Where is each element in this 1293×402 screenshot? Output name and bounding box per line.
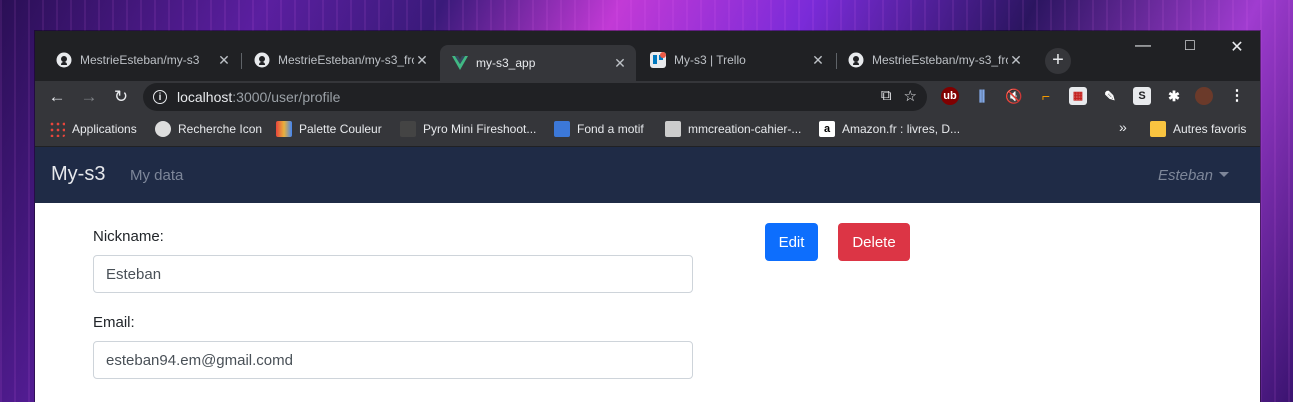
tab-github-1[interactable]: MestrieEsteban/my-s3 ✕ xyxy=(44,45,240,75)
profile-avatar-icon[interactable] xyxy=(1195,87,1213,105)
close-icon[interactable]: ✕ xyxy=(1008,52,1024,69)
tab-title: my-s3_app xyxy=(476,56,536,70)
bookmark-palette-couleur[interactable]: Palette Couleur xyxy=(276,121,382,137)
address-bar[interactable]: i localhost:3000/user/profile ⧉ ☆ xyxy=(143,83,927,111)
nickname-label: Nickname: xyxy=(93,228,164,245)
github-icon xyxy=(254,52,270,68)
pattern-icon xyxy=(554,121,570,137)
tab-github-2[interactable]: MestrieEsteban/my-s3_fro ✕ xyxy=(242,45,438,75)
menu-dots-icon[interactable]: ⋮ xyxy=(1228,87,1246,105)
other-bookmarks-folder[interactable]: Autres favoris xyxy=(1150,121,1246,137)
film-icon xyxy=(400,121,416,137)
folder-icon xyxy=(1150,121,1166,137)
tab-title: MestrieEsteban/my-s3 xyxy=(80,53,200,67)
minimize-icon[interactable]: — xyxy=(1120,37,1166,55)
tab-title: MestrieEsteban/my-s3_fro xyxy=(872,53,1008,67)
github-icon xyxy=(848,52,864,68)
bookmark-mmcreation[interactable]: mmcreation-cahier-... xyxy=(665,121,801,137)
bookmark-pyro[interactable]: Pyro Mini Fireshoot... xyxy=(400,121,536,137)
close-icon[interactable]: ✕ xyxy=(414,52,430,69)
user-dropdown[interactable]: Esteban xyxy=(1158,167,1229,184)
browser-window: MestrieEsteban/my-s3 ✕ MestrieEsteban/my… xyxy=(35,31,1260,402)
new-tab-button[interactable]: + xyxy=(1045,48,1071,74)
tab-strip: MestrieEsteban/my-s3 ✕ MestrieEsteban/my… xyxy=(35,31,1260,81)
tab-trello[interactable]: My-s3 | Trello ✕ xyxy=(638,45,834,75)
figure-icon xyxy=(155,121,171,137)
url-text[interactable]: localhost:3000/user/profile xyxy=(177,89,340,105)
extensions-puzzle-icon[interactable]: ✱ xyxy=(1165,87,1183,105)
caret-down-icon xyxy=(1219,172,1229,177)
tab-title: MestrieEsteban/my-s3_fro xyxy=(278,53,414,67)
app-navbar: My-s3 My data Esteban xyxy=(35,147,1260,203)
tab-my-s3-app[interactable]: my-s3_app ✕ xyxy=(440,45,636,81)
close-icon[interactable]: ✕ xyxy=(216,52,232,69)
bookmarks-bar: Applications Recherche Icon Palette Coul… xyxy=(35,113,1260,147)
more-bookmarks-button[interactable]: » xyxy=(1119,119,1127,135)
eyedropper-icon[interactable]: ✎ xyxy=(1101,87,1119,105)
apps-grid-icon xyxy=(49,121,65,137)
tab-github-3[interactable]: MestrieEsteban/my-s3_fro ✕ xyxy=(836,45,1032,75)
amazon-icon: a xyxy=(819,121,835,137)
bookmark-amazon[interactable]: a Amazon.fr : livres, D... xyxy=(819,121,960,137)
tab-title: My-s3 | Trello xyxy=(674,53,746,67)
delete-button[interactable]: Delete xyxy=(838,223,910,261)
bookmark-applications[interactable]: Applications xyxy=(49,121,137,137)
bookmark-fond-a-motif[interactable]: Fond a motif xyxy=(554,121,644,137)
app-brand[interactable]: My-s3 xyxy=(51,163,105,186)
github-icon xyxy=(56,52,72,68)
back-arrow-icon[interactable]: ← xyxy=(45,85,69,109)
close-icon[interactable]: ✕ xyxy=(810,52,826,69)
browser-toolbar: ← → ↻ i localhost:3000/user/profile ⧉ ☆ … xyxy=(35,81,1260,113)
ublock-icon[interactable]: ub xyxy=(941,87,959,105)
s-extension-icon[interactable]: S xyxy=(1133,87,1151,105)
trello-icon xyxy=(650,52,666,68)
calendar-icon[interactable]: ▦ xyxy=(1069,87,1087,105)
reload-icon[interactable]: ↻ xyxy=(109,85,133,109)
info-icon[interactable]: i xyxy=(153,90,167,104)
email-label: Email: xyxy=(93,314,135,331)
open-external-icon[interactable]: ⧉ xyxy=(881,87,892,105)
user-name: Esteban xyxy=(1157,167,1213,184)
email-input[interactable] xyxy=(93,341,693,379)
nav-link-my-data[interactable]: My data xyxy=(130,167,183,184)
mute-tab-icon[interactable]: 🔇 xyxy=(1005,87,1023,105)
color-picker-icon[interactable]: ⌐ xyxy=(1037,87,1055,105)
maximize-icon[interactable]: □ xyxy=(1167,37,1213,55)
bookmark-recherche-icon[interactable]: Recherche Icon xyxy=(155,121,262,137)
building-icon xyxy=(665,121,681,137)
edit-button[interactable]: Edit xyxy=(765,223,818,261)
wappalyzer-icon[interactable]: ⫼ xyxy=(973,87,991,105)
close-icon[interactable]: ✕ xyxy=(612,55,628,72)
palette-icon xyxy=(276,121,292,137)
close-window-icon[interactable]: ✕ xyxy=(1214,37,1260,57)
star-icon[interactable]: ☆ xyxy=(904,87,917,105)
nickname-input[interactable] xyxy=(93,255,693,293)
profile-content: Nickname: Email: Edit Delete xyxy=(35,203,1260,402)
forward-arrow-icon[interactable]: → xyxy=(77,85,101,109)
vue-icon xyxy=(452,55,468,71)
